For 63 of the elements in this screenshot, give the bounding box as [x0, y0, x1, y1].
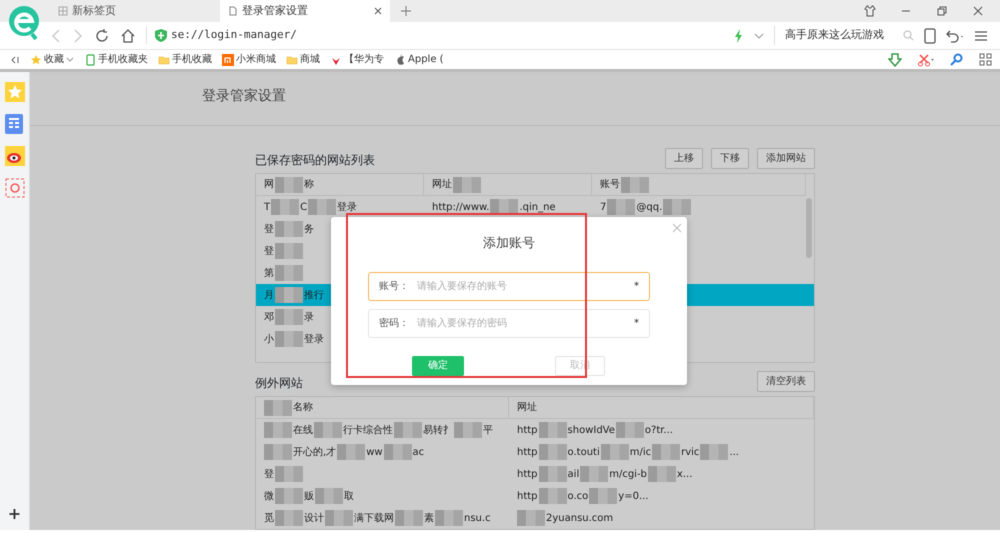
- table-cell-text: 小: [264, 332, 274, 346]
- table-cell-text: o.co: [568, 490, 588, 504]
- table-cell-text: ww: [366, 446, 383, 460]
- table-cell-text: http://www.: [432, 200, 490, 214]
- table-cell-text: 微: [264, 490, 274, 504]
- table-cell-text: 网址: [517, 400, 537, 415]
- table-cell-text: C: [300, 200, 308, 214]
- table-cell-text: 称: [304, 178, 314, 192]
- table-cell-text: 账号: [600, 178, 620, 192]
- field-label: 密码：: [379, 316, 409, 330]
- table-cell-text: o.touti: [568, 446, 600, 460]
- table-cell-text: 登: [264, 244, 274, 258]
- dialog-title: 添加账号: [483, 236, 535, 251]
- table-cell-text: T: [264, 200, 270, 214]
- table-cell-text: 取: [344, 490, 354, 504]
- table-cell-text: rvic: [681, 446, 700, 460]
- table-cell-text: 登录: [337, 200, 358, 214]
- table-cell-text: 推行: [304, 288, 324, 302]
- table-cell-text: 素: [424, 512, 434, 526]
- table-cell-text: 满下载网: [354, 512, 394, 526]
- table-cell-text: 网: [264, 178, 274, 192]
- table-cell-text: 第: [264, 266, 274, 280]
- table-cell-text: 网址: [432, 178, 452, 192]
- table-cell-text: .qin_ne: [519, 200, 556, 214]
- table-cell-text: 名称: [293, 401, 313, 415]
- table-cell-text: o?tr...: [644, 424, 673, 438]
- table-cell-text: nsu.c: [464, 512, 491, 526]
- table-cell-text: @qq.: [636, 200, 662, 214]
- table-cell-text: 录: [304, 310, 314, 324]
- table-cell-text: m/cgi-b: [609, 468, 647, 482]
- table-cell-text: http: [517, 424, 538, 438]
- table-cell-text: 登录: [304, 332, 324, 346]
- page-title: 登录管家设置: [202, 88, 286, 104]
- table-cell-text: http: [517, 490, 538, 504]
- table-cell-text: ...: [729, 446, 739, 460]
- table-cell-text: 贩: [304, 490, 314, 504]
- table-cell-text: 觅: [264, 512, 274, 526]
- table-cell-text: 登: [264, 468, 274, 482]
- table-cell-text: 邓: [264, 310, 274, 324]
- table-cell-text: 务: [304, 222, 314, 236]
- table-cell-text: ac: [412, 446, 424, 460]
- table-cell-text: 登: [264, 222, 274, 236]
- table-cell-text: 易转扌: [423, 424, 453, 438]
- table-cell-text: http: [517, 468, 538, 482]
- table-cell-text: m/ic: [630, 446, 652, 460]
- table-cell-text: 设计: [304, 512, 324, 526]
- table-cell-text: y=0...: [618, 490, 648, 504]
- field-label: 账号：: [379, 280, 409, 294]
- table-cell-text: 7: [600, 200, 606, 214]
- table-cell-text: http: [517, 446, 538, 460]
- table-cell-text: x...: [676, 468, 692, 482]
- table-cell-text: 行卡综合性: [343, 424, 393, 438]
- table-cell-text: 月: [264, 288, 274, 302]
- section-title: 已保存密码的网站列表: [255, 152, 375, 169]
- table-cell-text: ail: [568, 468, 580, 482]
- table-cell-text: 开心的,才: [293, 446, 336, 460]
- table-cell-text: showIdVe: [568, 424, 615, 438]
- table-cell-text: 2yuansu.com: [546, 512, 614, 526]
- required-mark: *: [634, 280, 639, 294]
- required-mark: *: [634, 316, 639, 330]
- table-cell-text: 平: [483, 424, 493, 438]
- section-title: 例外网站: [255, 375, 303, 392]
- table-cell-text: 在线: [293, 424, 313, 438]
